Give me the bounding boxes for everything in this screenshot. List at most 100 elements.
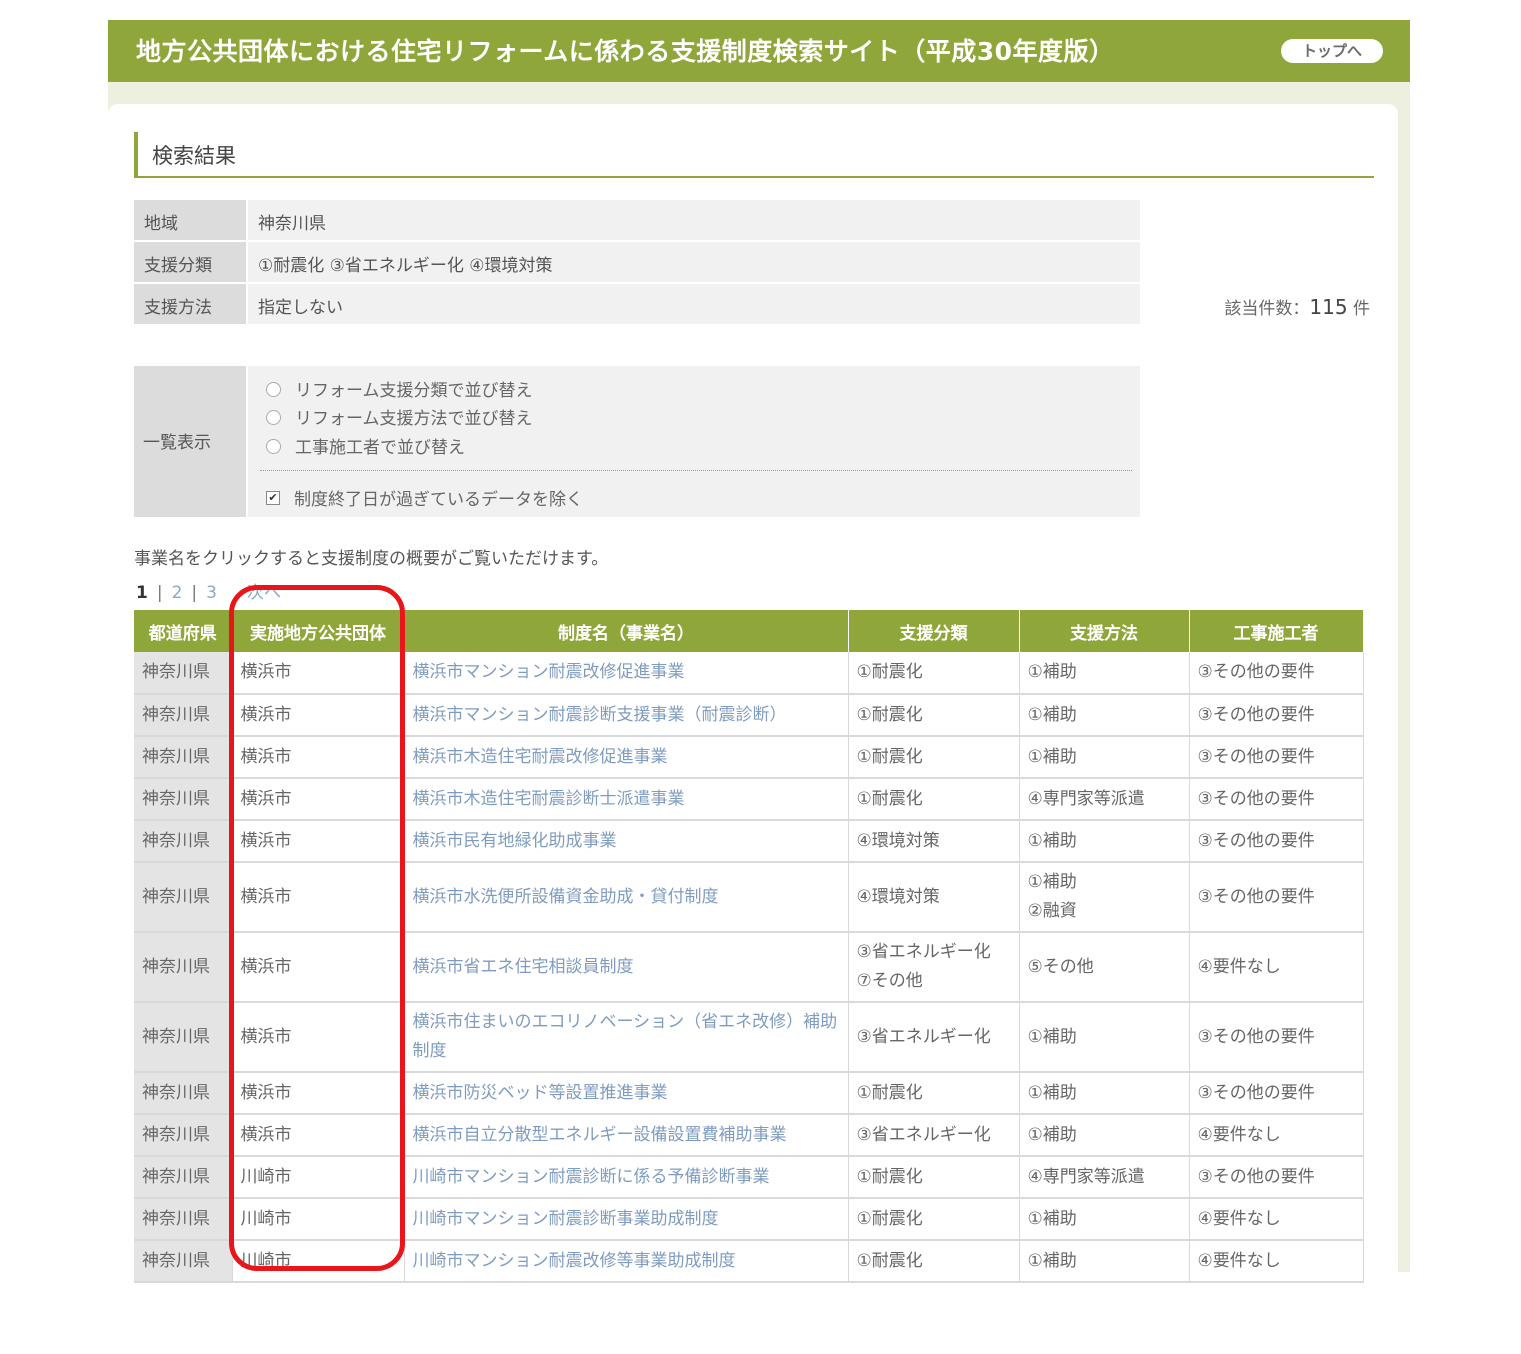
category-cell-item: ①耐震化 [856,1250,923,1271]
municipality-cell: 川崎市 [232,1198,405,1241]
prefecture-cell: 神奈川県 [134,1156,233,1199]
result-count: 該当件数：115 件 [1224,294,1370,319]
method-cell-item: ①補助 [1027,704,1077,725]
method-cell: ①補助 [1019,1072,1190,1115]
municipality-cell: 横浜市 [232,652,405,695]
category-cell: ③省エネルギー化 ⑦その他 [848,932,1020,1003]
page-next-link[interactable]: 次へ [247,583,281,603]
method-cell-item: ①補助 [1027,1124,1077,1145]
program-name-link[interactable]: 横浜市マンション耐震改修促進事業 [404,652,849,695]
table-row: 神奈川県 横浜市 横浜市自立分散型エネルギー設備設置費補助事業 ③省エネルギー化 ①補助… [134,1114,1364,1157]
condition-label: 支援方法 [134,284,246,324]
table-row: 神奈川県 川崎市 川崎市マンション耐震診断に係る予備診断事業 ①耐震化 ④専門家等派遣 ③… [134,1156,1364,1199]
method-cell: ①補助 [1019,820,1190,863]
page-link-2[interactable]: 2 [172,583,183,603]
radio-button[interactable] [266,381,281,397]
program-name-link[interactable]: 川崎市マンション耐震診断事業助成制度 [404,1198,849,1241]
category-cell: ①耐震化 [848,1072,1020,1115]
radio-button[interactable] [266,438,281,454]
condition-label: 支援分類 [134,242,246,282]
method-cell-item: ①補助 [1027,662,1077,682]
category-cell-item: ①耐震化 [856,662,923,682]
category-cell: ①耐震化 [848,1240,1020,1283]
category-cell: ④環境対策 [848,862,1020,933]
column-header-category[interactable]: 支援分類 [848,610,1020,652]
display-options-panel: リフォーム支援分類で並び替え リフォーム支援方法で並び替え 工事施工者で並び替え… [248,366,1140,517]
exclude-expired-option[interactable]: ✔ 制度終了日が過ぎているデータを除く [266,485,583,510]
category-cell: ①耐震化 [848,652,1020,695]
program-name-link[interactable]: 川崎市マンション耐震診断に係る予備診断事業 [404,1156,849,1199]
pagination: 1 | 2 | 3 次へ [136,583,281,603]
sort-by-builder-option[interactable]: 工事施工者で並び替え [266,433,465,458]
column-header-program-name[interactable]: 制度名（事業名） [404,610,849,652]
sort-by-method-option[interactable]: リフォーム支援方法で並び替え [266,404,533,429]
radio-button[interactable] [266,409,281,425]
method-cell-item: ①補助 [1027,872,1077,892]
method-cell: ①補助 ②融資 [1019,862,1190,933]
builder-cell: ③その他の要件 [1189,862,1364,933]
builder-cell: ④要件なし [1189,1198,1364,1241]
program-name-link[interactable]: 横浜市水洗便所設備資金助成・貸付制度 [404,862,849,933]
exclude-expired-checkbox[interactable]: ✔ [266,491,280,505]
municipality-cell: 横浜市 [232,778,405,821]
prefecture-cell: 神奈川県 [134,862,233,933]
table-row: 神奈川県 横浜市 横浜市木造住宅耐震診断士派遣事業 ①耐震化 ④専門家等派遣 ③その他の要… [134,778,1364,821]
prefecture-cell: 神奈川県 [134,1114,233,1157]
category-cell-item: ⑦その他 [856,971,923,991]
builder-cell: ③その他の要件 [1189,1156,1364,1199]
method-cell-item: ②融資 [1027,901,1077,921]
condition-label: 地域 [134,200,246,240]
table-row: 神奈川県 横浜市 横浜市木造住宅耐震改修促進事業 ①耐震化 ①補助 ③その他の要件 [134,736,1364,779]
program-name-link[interactable]: 横浜市自立分散型エネルギー設備設置費補助事業 [404,1114,849,1157]
result-count-label: 該当件数： [1224,299,1310,319]
program-name-link[interactable]: 横浜市住まいのエコリノベーション（省エネ改修）補助制度 [404,1002,849,1073]
category-cell: ①耐震化 [848,1156,1020,1199]
prefecture-cell: 神奈川県 [134,1240,233,1283]
category-cell: ①耐震化 [848,694,1020,737]
condition-value: ①耐震化 ③省エネルギー化 ④環境対策 [248,242,1140,282]
top-button[interactable]: トップへ [1281,39,1383,63]
results-table: 都道府県 実施地方公共団体 制度名（事業名） 支援分類 支援方法 工事施工者 神… [134,610,1364,1283]
program-name-link[interactable]: 横浜市防災ベッド等設置推進事業 [404,1072,849,1115]
page-link-3[interactable]: 3 [206,583,217,603]
condition-region: 地域 神奈川県 [134,200,1140,240]
program-name-link[interactable]: 横浜市民有地緑化助成事業 [404,820,849,863]
program-name-link[interactable]: 横浜市木造住宅耐震診断士派遣事業 [404,778,849,821]
column-header-municipality[interactable]: 実施地方公共団体 [232,610,405,652]
method-cell: ①補助 [1019,1002,1190,1073]
category-cell-item: ③省エネルギー化 [856,1124,991,1145]
municipality-cell: 横浜市 [232,1002,405,1073]
builder-cell: ③その他の要件 [1189,736,1364,779]
category-cell-item: ①耐震化 [856,746,923,767]
hint-text: 事業名をクリックすると支援制度の概要がご覧いただけます。 [134,549,609,569]
results-body: 神奈川県 横浜市 横浜市マンション耐震改修促進事業 ①耐震化 ①補助 ③その他の要件 神奈川… [134,652,1364,1283]
column-header-prefecture[interactable]: 都道府県 [134,610,233,652]
method-cell-item: ①補助 [1027,1250,1077,1271]
display-label: 一覧表示 [134,366,246,517]
prefecture-cell: 神奈川県 [134,736,233,779]
method-cell: ①補助 [1019,1240,1190,1283]
column-header-method[interactable]: 支援方法 [1019,610,1190,652]
sort-by-category-option[interactable]: リフォーム支援分類で並び替え [266,376,533,401]
condition-category: 支援分類 ①耐震化 ③省エネルギー化 ④環境対策 [134,242,1140,282]
sort-option-label: 工事施工者で並び替え [295,438,465,458]
prefecture-cell: 神奈川県 [134,1002,233,1073]
category-cell-item: ①耐震化 [856,1208,923,1229]
builder-cell: ③その他の要件 [1189,1072,1364,1115]
method-cell-item: ①補助 [1027,1208,1077,1229]
method-cell: ①補助 [1019,694,1190,737]
program-name-link[interactable]: 横浜市木造住宅耐震改修促進事業 [404,736,849,779]
column-header-builder[interactable]: 工事施工者 [1189,610,1364,652]
program-name-link[interactable]: 横浜市省エネ住宅相談員制度 [404,932,849,1003]
program-name-link[interactable]: 横浜市マンション耐震診断支援事業（耐震診断） [404,694,849,737]
builder-cell: ③その他の要件 [1189,652,1364,695]
table-row: 神奈川県 横浜市 横浜市マンション耐震診断支援事業（耐震診断） ①耐震化 ①補助 ③その他… [134,694,1364,737]
section-title-text: 検索結果 [152,144,236,168]
builder-cell: ③その他の要件 [1189,694,1364,737]
method-cell: ①補助 [1019,1114,1190,1157]
method-cell: ⑤その他 [1019,932,1190,1003]
program-name-link[interactable]: 川崎市マンション耐震改修等事業助成制度 [404,1240,849,1283]
checkbox-label: 制度終了日が過ぎているデータを除く [294,490,583,510]
method-cell: ④専門家等派遣 [1019,778,1190,821]
method-cell: ①補助 [1019,1198,1190,1241]
